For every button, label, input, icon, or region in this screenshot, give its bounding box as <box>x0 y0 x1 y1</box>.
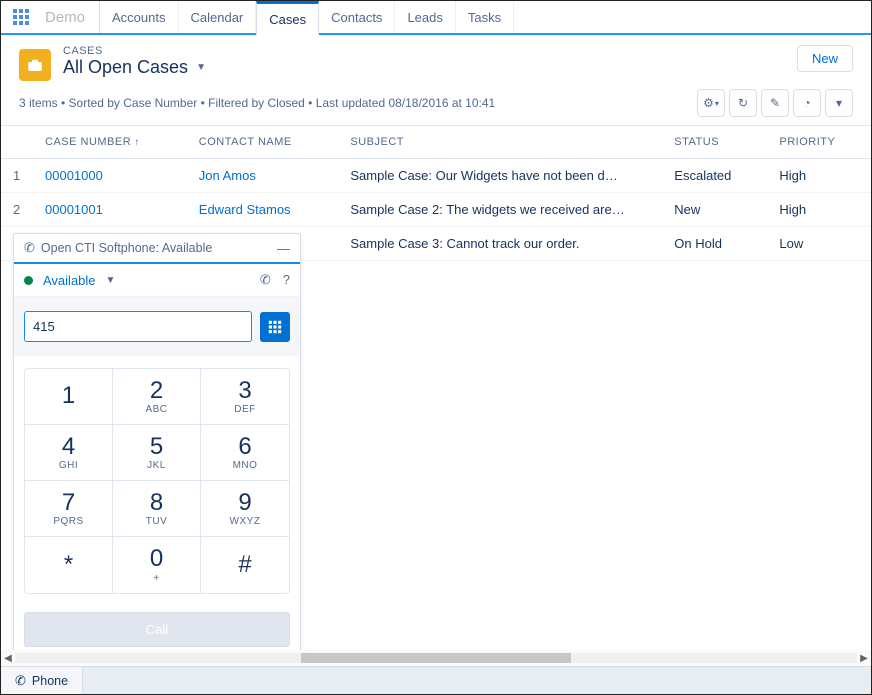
dialpad: 1 2ABC 3DEF 4GHI 5JKL 6MNO 7PQRS 8TUV 9W… <box>14 356 300 604</box>
nav-tabs: Accounts Calendar Cases Contacts Leads T… <box>100 1 514 33</box>
subject-cell: Sample Case 2: The widgets we received a… <box>338 193 662 227</box>
col-contact-name[interactable]: CONTACT NAME <box>187 126 339 159</box>
contact-name-cell[interactable]: Edward Stamos <box>187 193 339 227</box>
key-9[interactable]: 9WXYZ <box>201 481 289 537</box>
dialpad-toggle-button[interactable] <box>260 312 290 342</box>
app-launcher-icon[interactable] <box>1 1 41 33</box>
key-1[interactable]: 1 <box>25 369 113 425</box>
priority-cell: Low <box>767 227 871 261</box>
status-cell: On Hold <box>662 227 767 261</box>
status-text[interactable]: Available <box>43 273 96 288</box>
entity-eyebrow: CASES <box>63 45 206 57</box>
phone-icon: ✆ <box>24 240 35 256</box>
key-8[interactable]: 8TUV <box>113 481 201 537</box>
call-icon[interactable]: ✆ <box>260 272 271 288</box>
minimize-icon[interactable]: — <box>277 241 290 256</box>
list-meta: 3 items • Sorted by Case Number • Filter… <box>19 96 495 110</box>
cases-icon <box>19 49 51 81</box>
softphone-panel: ✆ Open CTI Softphone: Available — Availa… <box>13 233 301 662</box>
filter-icon: ▾ <box>836 96 842 110</box>
row-number: 1 <box>1 159 33 193</box>
status-cell: New <box>662 193 767 227</box>
col-status[interactable]: STATUS <box>662 126 767 159</box>
key-2[interactable]: 2ABC <box>113 369 201 425</box>
status-dropdown-icon[interactable]: ▼ <box>106 275 116 286</box>
tab-tasks[interactable]: Tasks <box>456 1 514 33</box>
softphone-title: Open CTI Softphone: Available <box>41 241 271 255</box>
col-priority[interactable]: PRIORITY <box>767 126 871 159</box>
col-subject[interactable]: SUBJECT <box>338 126 662 159</box>
subject-cell: Sample Case: Our Widgets have not been d… <box>338 159 662 193</box>
app-name: Demo <box>41 1 100 33</box>
horizontal-scrollbar[interactable]: ◀ ▶ <box>1 650 871 666</box>
key-hash[interactable]: # <box>201 537 289 593</box>
status-dot-icon <box>24 276 33 285</box>
call-button[interactable]: Call <box>24 612 290 647</box>
dialpad-icon <box>268 320 282 334</box>
utility-bar: ✆ Phone <box>1 666 871 694</box>
key-star[interactable]: * <box>25 537 113 593</box>
pencil-icon: ✎ <box>770 96 780 110</box>
tab-contacts[interactable]: Contacts <box>319 1 395 33</box>
sort-asc-icon: ↑ <box>134 137 140 148</box>
list-view-dropdown-icon[interactable]: ▼ <box>196 62 206 73</box>
list-view-title: All Open Cases <box>63 57 188 78</box>
key-5[interactable]: 5JKL <box>113 425 201 481</box>
subject-cell: Sample Case 3: Cannot track our order. <box>338 227 662 261</box>
col-rownum <box>1 126 33 159</box>
key-3[interactable]: 3DEF <box>201 369 289 425</box>
col-case-number[interactable]: CASE NUMBER↑ <box>33 126 187 159</box>
tab-accounts[interactable]: Accounts <box>100 1 178 33</box>
dial-input[interactable] <box>24 311 252 342</box>
scroll-right-icon[interactable]: ▶ <box>857 653 871 664</box>
chart-button[interactable]: ◔ <box>793 89 821 117</box>
settings-button[interactable]: ⚙▾ <box>697 89 725 117</box>
tab-cases[interactable]: Cases <box>256 1 319 35</box>
refresh-icon: ↻ <box>738 96 748 110</box>
pie-chart-icon: ◔ <box>803 96 810 110</box>
help-icon[interactable]: ? <box>283 272 290 288</box>
status-cell: Escalated <box>662 159 767 193</box>
gear-icon: ⚙ <box>703 96 714 110</box>
new-button[interactable]: New <box>797 45 853 72</box>
key-7[interactable]: 7PQRS <box>25 481 113 537</box>
key-4[interactable]: 4GHI <box>25 425 113 481</box>
case-number-cell[interactable]: 00001000 <box>33 159 187 193</box>
priority-cell: High <box>767 193 871 227</box>
key-0[interactable]: 0+ <box>113 537 201 593</box>
key-6[interactable]: 6MNO <box>201 425 289 481</box>
table-row[interactable]: 2 00001001 Edward Stamos Sample Case 2: … <box>1 193 871 227</box>
priority-cell: High <box>767 159 871 193</box>
edit-button[interactable]: ✎ <box>761 89 789 117</box>
filter-button[interactable]: ▾ <box>825 89 853 117</box>
row-number: 2 <box>1 193 33 227</box>
scroll-left-icon[interactable]: ◀ <box>1 653 15 664</box>
refresh-button[interactable]: ↻ <box>729 89 757 117</box>
tab-leads[interactable]: Leads <box>395 1 455 33</box>
contact-name-cell[interactable]: Jon Amos <box>187 159 339 193</box>
table-row[interactable]: 1 00001000 Jon Amos Sample Case: Our Wid… <box>1 159 871 193</box>
tab-calendar[interactable]: Calendar <box>179 1 257 33</box>
case-number-cell[interactable]: 00001001 <box>33 193 187 227</box>
phone-icon: ✆ <box>15 673 26 689</box>
phone-utility-button[interactable]: ✆ Phone <box>1 667 83 694</box>
